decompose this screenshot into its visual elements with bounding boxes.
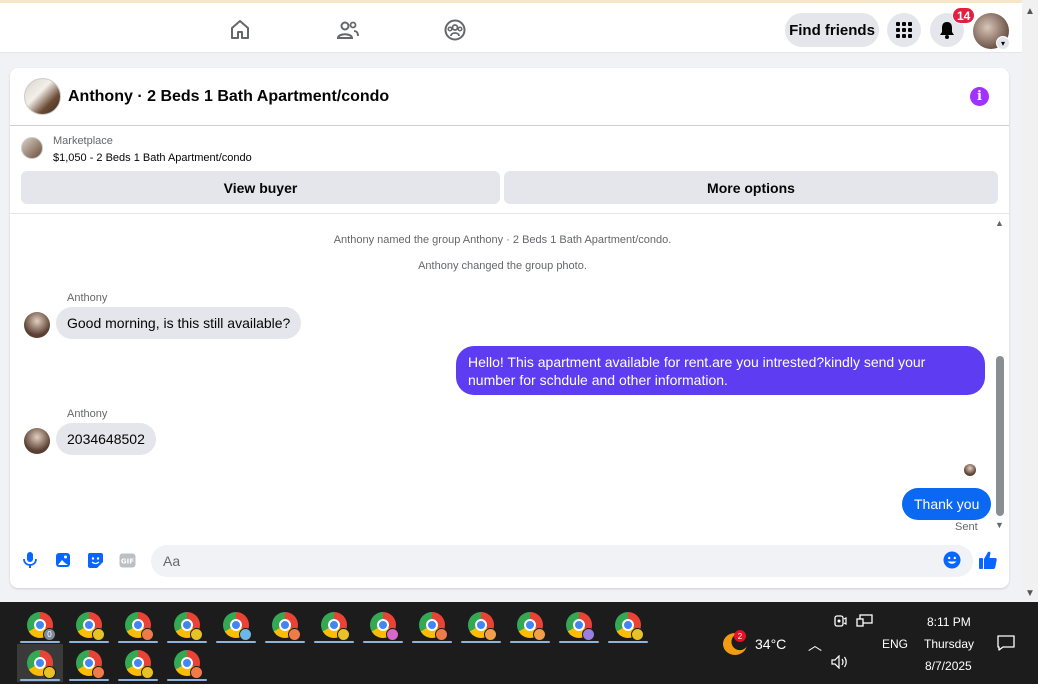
chrome-icon	[419, 612, 448, 641]
chrome-taskbar-button[interactable]	[115, 606, 161, 644]
camera-icon[interactable]	[833, 614, 847, 631]
message-sender: Anthony	[67, 292, 108, 304]
message-composer: GIF	[10, 538, 1009, 588]
scroll-down-arrow-icon[interactable]: ▼	[1025, 588, 1035, 599]
find-friends-button[interactable]: Find friends	[785, 13, 879, 47]
sent-status: Sent	[955, 521, 978, 533]
chrome-taskbar-button[interactable]	[458, 606, 504, 644]
outgoing-message-bubble[interactable]: Thank you	[902, 488, 992, 520]
system-message: Anthony named the group Anthony · 2 Beds…	[333, 234, 672, 246]
view-buyer-button[interactable]: View buyer	[21, 171, 500, 204]
thumbs-up-icon[interactable]	[978, 550, 998, 570]
chrome-icon	[370, 612, 399, 641]
chrome-taskbar-button[interactable]	[360, 606, 406, 644]
chevron-up-icon[interactable]: ︿	[808, 635, 822, 655]
sender-avatar[interactable]	[24, 312, 50, 338]
info-icon[interactable]: i	[970, 87, 989, 106]
chrome-icon	[272, 612, 301, 641]
friends-icon[interactable]	[334, 16, 362, 44]
system-message: Anthony changed the group photo.	[418, 260, 587, 272]
clock-time[interactable]: 8:11 PM	[927, 615, 971, 629]
chrome-icon	[615, 612, 644, 641]
chat-scroll-down-icon[interactable]: ▼	[995, 520, 1004, 530]
chrome-icon	[125, 650, 154, 679]
chrome-icon	[27, 650, 56, 679]
chrome-taskbar-button[interactable]	[164, 606, 210, 644]
scroll-up-arrow-icon[interactable]: ▲	[1025, 6, 1035, 17]
message-list: Anthony named the group Anthony · 2 Beds…	[10, 215, 1009, 533]
chrome-taskbar-button[interactable]	[409, 606, 455, 644]
page-scrollbar[interactable]	[1022, 0, 1038, 600]
chrome-taskbar-button[interactable]	[17, 644, 63, 682]
chat-scroll-up-icon[interactable]: ▲	[995, 218, 1004, 228]
language-indicator[interactable]: ENG	[882, 637, 908, 651]
temperature[interactable]: 34°C	[755, 636, 786, 652]
notifications-badge: 14	[952, 7, 976, 24]
marketplace-listing-panel: Marketplace $1,050 - 2 Beds 1 Bath Apart…	[10, 126, 1009, 214]
more-options-button[interactable]: More options	[504, 171, 998, 204]
chrome-icon	[321, 612, 350, 641]
chrome-taskbar-button[interactable]	[213, 606, 259, 644]
chevron-down-icon[interactable]: ▾	[996, 36, 1010, 50]
incoming-message-bubble[interactable]: Good morning, is this still available?	[56, 307, 302, 339]
chat-title[interactable]: Anthony · 2 Beds 1 Bath Apartment/condo	[68, 88, 389, 106]
message-input[interactable]	[151, 545, 973, 577]
chrome-taskbar-button[interactable]	[115, 644, 161, 682]
sticker-icon[interactable]	[85, 550, 105, 570]
listing-title[interactable]: $1,050 - 2 Beds 1 Bath Apartment/condo	[53, 152, 252, 164]
chrome-taskbar-button[interactable]	[556, 606, 602, 644]
group-avatar[interactable]	[24, 78, 61, 115]
notification-center-icon[interactable]	[997, 634, 1015, 655]
chrome-icon: 0	[27, 612, 56, 641]
sender-avatar[interactable]	[24, 428, 50, 454]
chrome-taskbar-button[interactable]	[66, 606, 112, 644]
svg-text:GIF: GIF	[120, 557, 133, 565]
chat-scrollbar-thumb[interactable]	[996, 356, 1004, 516]
volume-icon[interactable]	[831, 654, 849, 672]
chrome-icon	[468, 612, 497, 641]
weather-alert-badge: 2	[734, 630, 746, 642]
clock-day[interactable]: Thursday	[924, 637, 974, 651]
emoji-icon[interactable]	[942, 550, 962, 570]
listing-thumbnail	[21, 137, 43, 159]
chrome-icon	[76, 612, 105, 641]
gif-icon[interactable]: GIF	[117, 550, 137, 570]
microphone-icon[interactable]	[20, 550, 40, 570]
chrome-taskbar-button[interactable]	[311, 606, 357, 644]
outgoing-message-bubble[interactable]: Hello! This apartment available for rent…	[456, 346, 985, 395]
incoming-message-bubble[interactable]: 2034648502	[56, 423, 156, 455]
chrome-icon	[223, 612, 252, 641]
chrome-taskbar-button[interactable]	[605, 606, 651, 644]
listing-source: Marketplace	[53, 135, 113, 147]
top-navigation-bar: Find friends 14 ▾	[0, 0, 1022, 53]
network-icon[interactable]	[856, 614, 874, 631]
chrome-icon	[174, 650, 203, 679]
seen-indicator-avatar	[964, 464, 976, 476]
menu-grid-icon[interactable]	[887, 13, 921, 47]
chrome-icon	[125, 612, 154, 641]
photo-icon[interactable]	[53, 550, 73, 570]
message-sender: Anthony	[67, 408, 108, 420]
chrome-icon	[76, 650, 105, 679]
chat-window: Anthony · 2 Beds 1 Bath Apartment/condo …	[10, 68, 1009, 588]
chrome-icon	[517, 612, 546, 641]
chrome-icon	[174, 612, 203, 641]
chrome-icon	[566, 612, 595, 641]
groups-icon[interactable]	[441, 16, 469, 44]
windows-taskbar: 0 2 34°C ︿ ENG 8:11 PM Thursday 8/7/2025	[0, 602, 1038, 684]
chrome-taskbar-button[interactable]	[164, 644, 210, 682]
chrome-taskbar-button[interactable]	[66, 644, 112, 682]
chrome-taskbar-button[interactable]: 0	[17, 606, 63, 644]
chat-header: Anthony · 2 Beds 1 Bath Apartment/condo …	[10, 68, 1009, 126]
chrome-taskbar-button[interactable]	[262, 606, 308, 644]
clock-date[interactable]: 8/7/2025	[925, 659, 972, 673]
chrome-taskbar-button[interactable]	[507, 606, 553, 644]
home-icon[interactable]	[226, 16, 254, 44]
